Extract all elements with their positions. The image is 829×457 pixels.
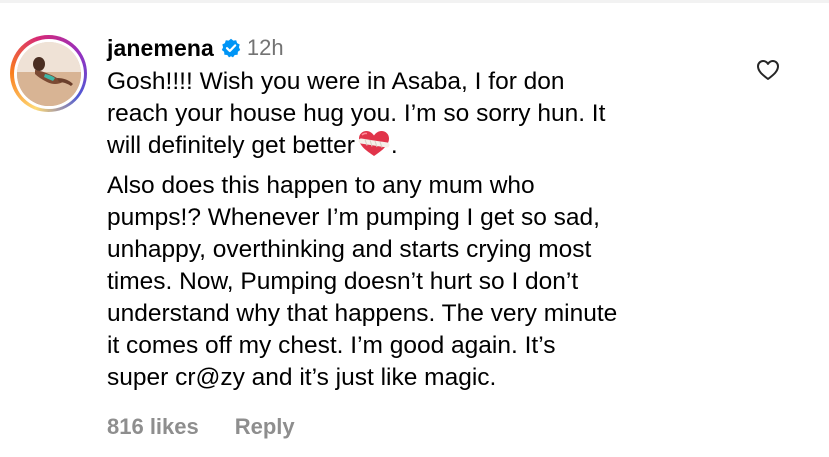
comment-text-1-end: . <box>390 132 398 159</box>
comment-header: janemena 12h <box>107 30 757 66</box>
reply-button[interactable]: Reply <box>235 414 295 440</box>
mending-heart-emoji <box>357 130 391 158</box>
avatar-ring-gap <box>13 38 84 109</box>
verified-badge-icon <box>221 38 241 58</box>
comment-text-paragraph-2: Also does this happen to any mum who pum… <box>107 172 618 391</box>
divider <box>0 0 829 3</box>
comment-body: janemena 12h Gosh!!!! Wish you were in A… <box>107 30 757 394</box>
comment-footer: 816 likes Reply <box>107 414 295 440</box>
comment-timestamp: 12h <box>246 35 284 60</box>
heart-outline-icon[interactable] <box>756 58 780 82</box>
comment-screen: janemena 12h Gosh!!!! Wish you were in A… <box>0 0 829 457</box>
comment-text-paragraph-1: Gosh!!!! Wish you were in Asaba, I for d… <box>107 66 737 162</box>
likes-count[interactable]: 816 likes <box>107 414 199 440</box>
avatar[interactable] <box>16 41 81 106</box>
username[interactable]: janemena <box>107 35 214 62</box>
avatar-photo <box>16 41 81 106</box>
avatar-story-ring[interactable] <box>10 35 87 112</box>
